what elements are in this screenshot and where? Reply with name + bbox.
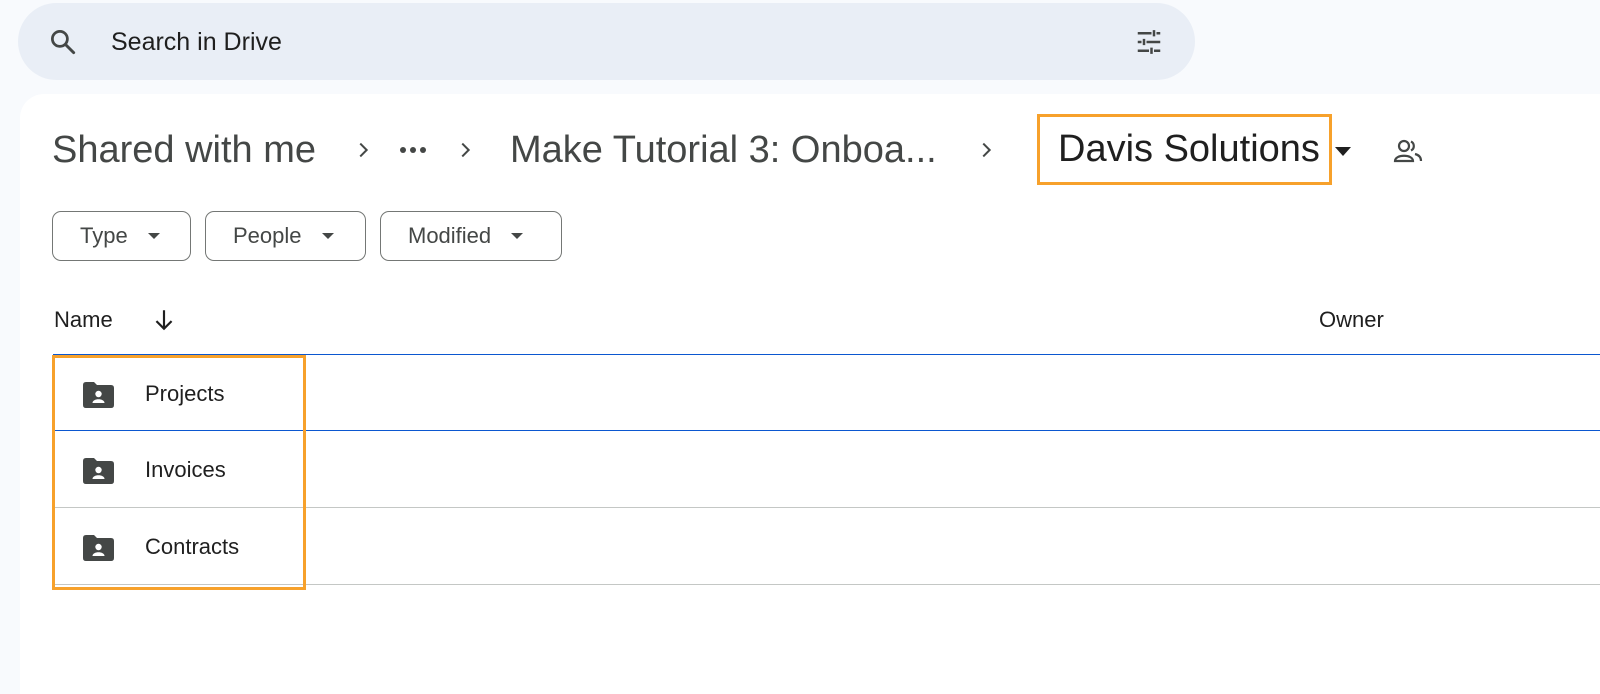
shared-folder-icon bbox=[81, 534, 115, 562]
chevron-right-icon bbox=[971, 135, 1001, 165]
caret-down-icon bbox=[511, 233, 524, 239]
breadcrumb: Shared with me Make Tutorial 3: Onboa... bbox=[52, 120, 1001, 180]
chip-label: People bbox=[233, 223, 302, 248]
shared-folder-icon bbox=[81, 381, 115, 409]
chevron-right-icon bbox=[348, 135, 378, 165]
owner-column-header[interactable]: Owner bbox=[1319, 305, 1384, 335]
file-list: Projects Invoices Contracts bbox=[53, 354, 1600, 585]
search-bar[interactable]: Search in Drive bbox=[18, 3, 1195, 80]
file-name: Contracts bbox=[145, 534, 240, 559]
search-input[interactable]: Search in Drive bbox=[111, 27, 282, 57]
file-name: Invoices bbox=[145, 457, 226, 482]
caret-down-icon bbox=[321, 233, 334, 239]
table-row[interactable]: Projects bbox=[53, 354, 1600, 431]
breadcrumb-current[interactable]: Davis Solutions bbox=[1037, 114, 1332, 185]
arrow-down-icon[interactable] bbox=[151, 307, 177, 333]
breadcrumb-parent[interactable]: Make Tutorial 3: Onboa... bbox=[510, 126, 937, 174]
name-column-header[interactable]: Name bbox=[54, 305, 113, 335]
chevron-right-icon bbox=[450, 135, 480, 165]
type-filter-chip[interactable]: Type bbox=[52, 211, 191, 261]
shared-folder-icon bbox=[81, 457, 115, 485]
caret-down-icon bbox=[147, 233, 160, 239]
table-row[interactable]: Contracts bbox=[53, 508, 1600, 585]
chip-label: Modified bbox=[408, 223, 492, 248]
caret-down-icon[interactable] bbox=[1335, 144, 1351, 162]
shared-people-icon[interactable] bbox=[1393, 138, 1425, 166]
people-filter-chip[interactable]: People bbox=[205, 211, 366, 261]
breadcrumb-current-label: Davis Solutions bbox=[1058, 128, 1320, 170]
modified-filter-chip[interactable]: Modified bbox=[380, 211, 562, 261]
chip-label: Type bbox=[80, 223, 128, 248]
search-icon[interactable] bbox=[48, 27, 78, 57]
filter-chips: Type People Modified bbox=[52, 211, 562, 261]
breadcrumb-root[interactable]: Shared with me bbox=[52, 126, 316, 174]
tune-icon[interactable] bbox=[1132, 27, 1166, 57]
table-row[interactable]: Invoices bbox=[53, 431, 1600, 508]
file-name: Projects bbox=[145, 381, 225, 406]
more-horiz-icon[interactable] bbox=[396, 135, 430, 165]
